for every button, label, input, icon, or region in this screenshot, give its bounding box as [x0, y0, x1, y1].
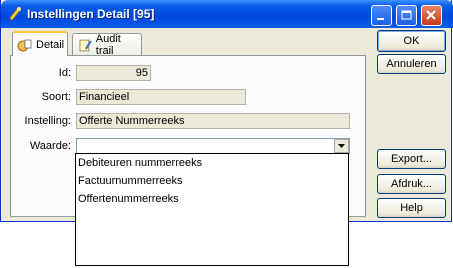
- afdruk-button[interactable]: Afdruk...: [377, 174, 446, 194]
- tab-audit-trail[interactable]: Audit trail: [72, 33, 142, 57]
- id-field: 95: [76, 65, 151, 81]
- waarde-dropdown-list: Debiteuren nummerreeks Factuurnummerreek…: [75, 153, 349, 266]
- tab-detail[interactable]: Detail: [12, 31, 68, 56]
- chevron-down-icon: [338, 144, 345, 148]
- id-label: Id:: [58, 67, 71, 79]
- annuleren-button[interactable]: Annuleren: [377, 54, 446, 74]
- dropdown-option[interactable]: Debiteuren nummerreeks: [76, 154, 348, 172]
- waarde-combobox[interactable]: [76, 138, 350, 154]
- waarde-value: [77, 140, 79, 152]
- soort-field: Financieel: [76, 89, 246, 105]
- waarde-label: Waarde:: [29, 140, 71, 152]
- maximize-icon: [401, 10, 412, 20]
- export-button[interactable]: Export...: [377, 149, 446, 169]
- soort-label: Soort:: [41, 91, 71, 103]
- minimize-icon: [377, 18, 384, 20]
- help-button[interactable]: Help: [377, 198, 446, 218]
- window-title: Instellingen Detail [95]: [27, 7, 155, 21]
- close-icon: [426, 10, 436, 20]
- instelling-label: Instelling:: [24, 115, 71, 127]
- close-button[interactable]: [421, 5, 442, 26]
- waarde-dropdown-button[interactable]: [334, 139, 349, 153]
- ok-button[interactable]: OK: [377, 30, 446, 52]
- audit-trail-icon: [79, 39, 92, 52]
- app-icon: [9, 7, 21, 21]
- dropdown-option[interactable]: Offertenummerreeks: [76, 190, 348, 208]
- detail-icon: [17, 39, 32, 51]
- title-bar[interactable]: Instellingen Detail [95]: [1, 0, 453, 28]
- dropdown-option[interactable]: Factuurnummerreeks: [76, 172, 348, 190]
- tab-detail-label: Detail: [36, 38, 65, 51]
- tab-audit-trail-label: Audit trail: [95, 33, 121, 57]
- minimize-button[interactable]: [371, 5, 392, 26]
- instelling-field: Offerte Nummerreeks: [76, 113, 350, 129]
- maximize-button[interactable]: [396, 5, 417, 26]
